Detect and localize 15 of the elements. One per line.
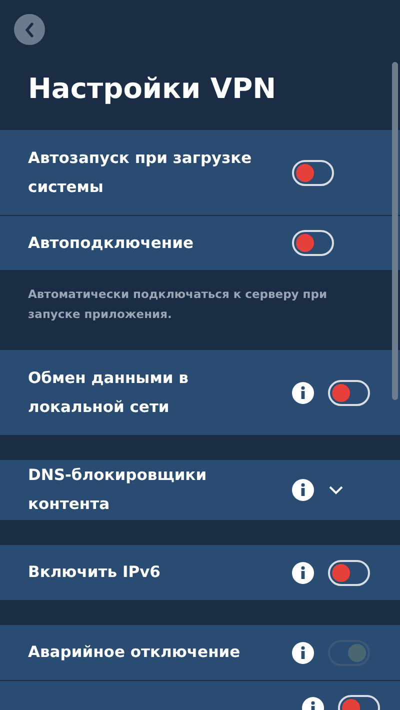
- info-icon[interactable]: [292, 382, 314, 404]
- setting-label: Обмен данными в локальной сети: [28, 368, 190, 418]
- chevron-icon[interactable]: [328, 485, 344, 495]
- back-icon: [22, 22, 36, 38]
- setting-description: Автоматически подключаться к серверу при запуске приложения.: [27, 286, 328, 323]
- info-icon[interactable]: [292, 479, 314, 501]
- setting-label: Автозапуск при загрузке системы: [28, 148, 253, 198]
- scrollbar[interactable]: [392, 62, 398, 400]
- setting-label: Аварийное отключение: [28, 642, 242, 663]
- back-button[interactable]: [14, 14, 45, 45]
- setting-label: DNS-блокировщики контента: [28, 465, 208, 515]
- info-icon[interactable]: [292, 562, 314, 584]
- setting-label: Включить IPv6: [28, 562, 162, 583]
- page-title: Настройки VPN: [28, 71, 278, 107]
- setting-label: Автоподключение: [28, 232, 194, 254]
